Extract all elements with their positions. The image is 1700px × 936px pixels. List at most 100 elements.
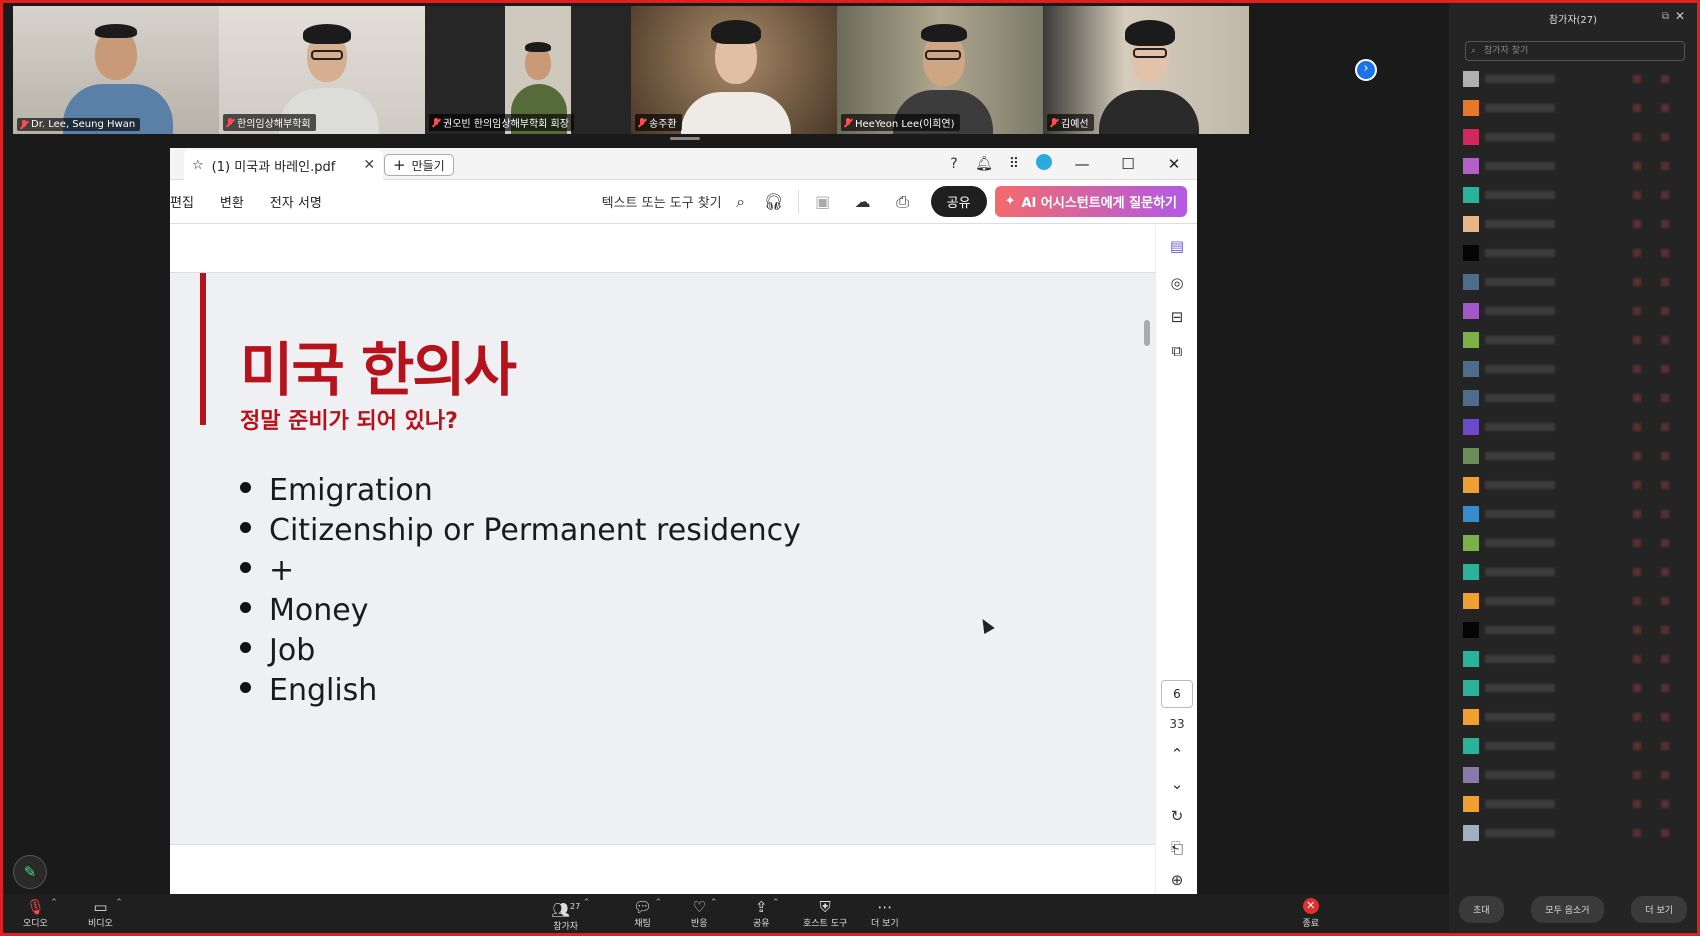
participant-row[interactable] [1463, 127, 1683, 147]
rotate-icon[interactable]: ↻ [1166, 807, 1188, 829]
bookmark-icon[interactable]: ⊟ [1166, 308, 1188, 330]
popout-icon[interactable]: ⧉ [1662, 11, 1669, 22]
zoom-in-icon[interactable]: ⊕ [1166, 871, 1188, 893]
menu-convert[interactable]: 변환 [220, 192, 244, 211]
chevron-down-icon[interactable]: ⌄ [1166, 775, 1188, 797]
participant-row[interactable] [1463, 620, 1683, 640]
status-icon [1661, 597, 1669, 605]
mic-muted-icon [226, 117, 234, 128]
participant-row[interactable] [1463, 417, 1683, 437]
star-icon[interactable]: ☆ [192, 158, 204, 173]
search-icon[interactable]: ⌕ [728, 192, 754, 212]
avatar [1463, 709, 1479, 725]
strip-resize-handle[interactable] [670, 137, 700, 140]
participant-row[interactable] [1463, 185, 1683, 205]
host-tools-button[interactable]: ⛨ 호스트 도구 [803, 898, 847, 929]
avatar [1463, 332, 1479, 348]
avatar [1463, 506, 1479, 522]
menu-esign[interactable]: 전자 서명 [270, 192, 322, 211]
more-button[interactable]: 더 보기 [1631, 896, 1687, 923]
current-page-field[interactable]: 6 [1161, 680, 1193, 708]
video-tile[interactable]: 송주환 [631, 6, 837, 134]
participant-search-input[interactable]: ⌕ 참가자 찾기 [1465, 41, 1685, 61]
close-panel-icon[interactable]: ✕ [1675, 9, 1685, 23]
chevron-up-icon[interactable]: ⌃ [1166, 745, 1188, 767]
close-tab-icon[interactable]: ✕ [363, 157, 375, 173]
participant-row[interactable] [1463, 765, 1683, 785]
video-tile[interactable]: 한의임상해부학회 [219, 6, 425, 134]
video-button[interactable]: ▭ 비디오 ⌃ [88, 898, 123, 929]
headphones-icon[interactable]: 🎧︎ [754, 192, 794, 211]
participant-row[interactable] [1463, 707, 1683, 727]
participant-row[interactable] [1463, 330, 1683, 350]
video-tile[interactable]: HeeYeon Lee(이희연) [837, 6, 1043, 134]
end-meeting-button[interactable]: ✕ 종료 [1302, 898, 1319, 929]
participant-row[interactable] [1463, 794, 1683, 814]
participant-row[interactable] [1463, 156, 1683, 176]
apps-grid-icon[interactable]: ⠿ [999, 156, 1029, 172]
participant-row[interactable] [1463, 562, 1683, 582]
maximize-button[interactable]: ☐ [1105, 155, 1151, 173]
participant-row[interactable] [1463, 533, 1683, 553]
participant-row[interactable] [1463, 98, 1683, 118]
minimize-button[interactable]: — [1059, 155, 1105, 173]
participant-name-blurred [1485, 336, 1555, 344]
participant-row[interactable] [1463, 649, 1683, 669]
document-tab[interactable]: ☆ (1) 미국과 바레인.pdf ✕ [184, 150, 384, 180]
list-item: + [240, 550, 801, 590]
share-button[interactable]: 공유 [930, 186, 987, 217]
video-tile[interactable]: 김예선 [1043, 6, 1249, 134]
participant-row[interactable] [1463, 301, 1683, 321]
participant-row[interactable] [1463, 272, 1683, 292]
reaction-button[interactable]: ♡ 반응 ⌃ [691, 898, 718, 929]
scrollbar[interactable] [1144, 320, 1150, 346]
create-button[interactable]: + 만들기 [384, 154, 454, 176]
audio-button[interactable]: 🎙︎ 오디오 ⌃ [23, 898, 58, 929]
menu-edit[interactable]: 편집 [170, 192, 194, 211]
help-icon[interactable]: ? [939, 156, 969, 172]
participant-row[interactable] [1463, 504, 1683, 524]
participant-row[interactable] [1463, 475, 1683, 495]
participant-row[interactable] [1463, 591, 1683, 611]
tool-search[interactable]: 텍스트 또는 도구 찾기 [602, 192, 722, 211]
participant-row[interactable] [1463, 678, 1683, 698]
participant-name-blurred [1485, 713, 1555, 721]
status-icon [1633, 510, 1641, 518]
edit-icon[interactable]: ◎ [1166, 274, 1188, 296]
participant-row[interactable] [1463, 388, 1683, 408]
participant-row[interactable] [1463, 823, 1683, 843]
next-videos-button[interactable]: › [1355, 59, 1377, 81]
ai-assistant-button[interactable]: ✦ AI 어시스턴트에게 질문하기 [994, 186, 1187, 217]
account-icon[interactable] [1029, 154, 1059, 174]
video-tile[interactable]: 권오빈 한의임상해부학회 회장 [425, 6, 631, 134]
avatar [1463, 564, 1479, 580]
document-viewport[interactable]: 미국 한의사 정말 준비가 되어 있나? Emigration Citizens… [170, 225, 1155, 898]
participant-row[interactable] [1463, 243, 1683, 263]
participant-row[interactable] [1463, 214, 1683, 234]
chat-button[interactable]: 💬︎ 채팅 ⌃ [633, 898, 662, 929]
toolbar-divider [797, 189, 799, 214]
avatar [1463, 680, 1479, 696]
print-icon[interactable]: ⎙ [883, 192, 923, 212]
pencil-annotate-icon[interactable]: ✎ [13, 855, 47, 889]
pages-icon[interactable]: ⧉ [1166, 342, 1188, 364]
invite-button[interactable]: 초대 [1459, 896, 1504, 923]
save-icon[interactable]: ▣ [803, 192, 843, 211]
bullet-dot [240, 601, 251, 613]
more-options-button[interactable]: ⋯ 더 보기 [871, 898, 899, 929]
participant-row[interactable] [1463, 446, 1683, 466]
share-screen-button[interactable]: ⇪ 공유 ⌃ [753, 898, 780, 929]
page-tools-icon[interactable]: ⎗ [1166, 839, 1188, 861]
cloud-upload-icon[interactable]: ☁ [843, 192, 883, 211]
participants-button[interactable]: 👥︎27 참가자 ⌃ [551, 898, 590, 932]
comment-panel-icon[interactable]: ▤ [1166, 237, 1188, 259]
participant-row[interactable] [1463, 359, 1683, 379]
bell-icon[interactable]: 🔔︎ [969, 156, 999, 172]
participant-name-blurred [1485, 481, 1555, 489]
close-window-button[interactable]: ✕ [1151, 155, 1197, 173]
participant-row[interactable] [1463, 69, 1683, 89]
mute-all-button[interactable]: 모두 음소거 [1531, 896, 1604, 923]
participant-name-tag: Dr. Lee, Seung Hwan [17, 118, 141, 131]
participant-row[interactable] [1463, 736, 1683, 756]
video-tile[interactable]: Dr. Lee, Seung Hwan [13, 6, 219, 134]
